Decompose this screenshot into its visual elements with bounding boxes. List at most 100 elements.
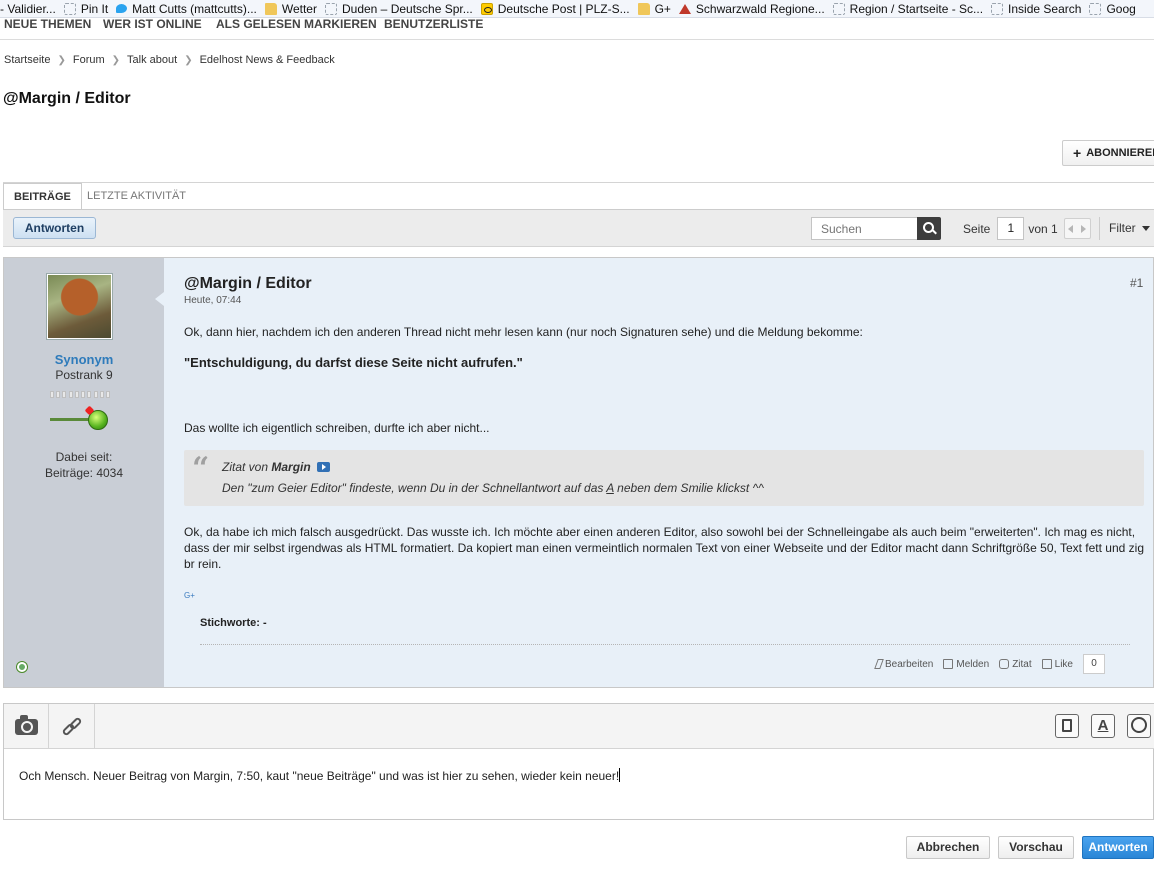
link-icon <box>61 716 84 738</box>
quote-text: Den "zum Geier Editor" findeste, wenn Du… <box>222 481 764 495</box>
bookmark-label: Goog <box>1106 1 1136 16</box>
nav-new-threads[interactable]: NEUE THEMEN <box>4 18 91 30</box>
subscribe-label: ABONNIEREN <box>1086 147 1154 159</box>
bookmark-item[interactable]: Deutsche Post | PLZ-S... <box>480 1 630 16</box>
pagination: Seite 1 von 1 <box>963 217 1091 240</box>
report-button[interactable]: Melden <box>943 659 989 670</box>
folder-icon <box>264 2 277 15</box>
tab-last-activity[interactable]: LETZTE AKTIVITÄT <box>77 183 196 211</box>
divider <box>1099 217 1100 240</box>
member-since-label: Dabei seit: <box>55 450 113 464</box>
page-label: Seite <box>963 221 991 236</box>
divider <box>200 644 1130 645</box>
avatar[interactable] <box>47 274 112 339</box>
bookmark-item[interactable]: Matt Cutts (mattcutts)... <box>116 2 257 16</box>
nav-mark-read[interactable]: ALS GELESEN MARKIEREN <box>216 18 377 30</box>
chevron-right-icon: ❯ <box>184 54 193 66</box>
format-text-button[interactable]: A <box>1091 714 1115 738</box>
bookmark-item[interactable]: Wetter <box>264 2 317 16</box>
bookmark-item[interactable]: Duden – Deutsche Spr... <box>324 1 473 16</box>
search-icon[interactable] <box>917 217 941 240</box>
bookmark-label: Deutsche Post | PLZ-S... <box>497 1 630 16</box>
breadcrumb-home[interactable]: Startseite <box>4 54 50 66</box>
post-time: Heute, 07:44 <box>184 295 242 306</box>
insert-image-button[interactable] <box>4 704 49 749</box>
insert-link-button[interactable] <box>49 704 95 749</box>
caret-down-icon <box>1141 226 1150 231</box>
like-button[interactable]: Like <box>1041 659 1073 670</box>
folder-icon <box>637 2 650 15</box>
chevron-right-icon: ❯ <box>57 54 66 66</box>
thread-tabs: BEITRÄGE LETZTE AKTIVITÄT <box>3 182 1154 211</box>
post-paragraph: Ok, da habe ich mich falsch ausgedrückt.… <box>184 525 1145 571</box>
home-icon <box>678 3 691 14</box>
reply-button[interactable]: Antworten <box>13 217 96 239</box>
bookmark-item[interactable]: Schwarzwald Regione... <box>678 1 825 16</box>
post-title: @Margin / Editor <box>184 275 312 292</box>
paste-button[interactable] <box>1055 714 1079 738</box>
chevron-right-icon: ❯ <box>111 54 121 66</box>
breadcrumb-forum[interactable]: Forum <box>73 54 105 66</box>
breadcrumb-edelhost[interactable]: Edelhost News & Feedback <box>200 54 335 66</box>
quote-author[interactable]: Margin <box>271 460 310 474</box>
page-icon <box>832 2 845 15</box>
breadcrumb-talk-about[interactable]: Talk about <box>127 54 177 66</box>
like-count: 0 <box>1083 654 1105 674</box>
quote-button[interactable]: Zitat <box>999 659 1032 670</box>
post-number[interactable]: #1 <box>1130 276 1143 290</box>
thumbs-up-icon <box>1041 659 1052 669</box>
smiley-icon <box>1131 717 1147 733</box>
bookmark-item[interactable]: G+ <box>637 2 671 16</box>
page-number-input[interactable]: 1 <box>997 217 1025 240</box>
tags: Stichworte: - <box>200 617 267 629</box>
bookmark-label: Region / Startseite - Sc... <box>849 1 984 16</box>
page-icon <box>63 2 76 15</box>
bookmark-label: Inside Search <box>1008 1 1082 16</box>
filter-dropdown[interactable]: Filter <box>1109 217 1150 240</box>
text-cursor <box>619 768 621 782</box>
editor-textarea[interactable]: Och Mensch. Neuer Beitrag von Margin, 7:… <box>19 768 621 783</box>
bookmark-item[interactable]: Pin It <box>63 2 108 16</box>
arrow-right-icon[interactable] <box>1080 224 1086 233</box>
nav-member-list[interactable]: BENUTZERLISTE <box>384 18 483 30</box>
rank-bar <box>50 391 110 398</box>
bookmark-label: Matt Cutts (mattcutts)... <box>132 1 257 16</box>
goto-quote-icon[interactable] <box>316 462 330 472</box>
clipboard-icon <box>1062 719 1072 732</box>
arrow-left-icon[interactable] <box>1068 224 1074 233</box>
cancel-button[interactable]: Abbrechen <box>906 836 990 859</box>
bookmark-item[interactable]: Inside Search <box>991 2 1081 16</box>
bookmark-label: Duden – Deutsche Spr... <box>341 1 473 16</box>
post-actions: Bearbeiten Melden Zitat Like 0 <box>874 654 1105 674</box>
post-paragraph-bold: "Entschuldigung, du darfst diese Seite n… <box>184 355 523 370</box>
gplus-link[interactable]: G+ <box>184 591 195 600</box>
preview-button[interactable]: Vorschau <box>998 836 1074 859</box>
username[interactable]: Synonym <box>4 352 164 367</box>
post: Synonym Postrank 9 Dabei seit: Beiträge:… <box>3 257 1154 688</box>
flag-icon <box>943 659 954 669</box>
edit-button[interactable]: Bearbeiten <box>874 659 933 670</box>
submit-reply-button[interactable]: Antworten <box>1082 836 1154 859</box>
tags-value: - <box>259 617 267 629</box>
online-status-icon <box>17 662 27 672</box>
bookmark-item[interactable]: - Validier... <box>0 2 56 16</box>
quote-icon <box>999 659 1010 669</box>
smiley-button[interactable] <box>1127 714 1151 738</box>
nav-who-is-online[interactable]: WER IST ONLINE <box>103 18 202 30</box>
bookmark-label: - Validier... <box>0 1 56 16</box>
tags-label: Stichworte: <box>200 617 260 629</box>
subscribe-button[interactable]: + ABONNIEREN <box>1062 140 1154 166</box>
filter-label: Filter <box>1109 221 1136 235</box>
page-arrows[interactable] <box>1063 218 1091 239</box>
user-info-pane: Synonym Postrank 9 Dabei seit: Beiträge:… <box>4 258 164 687</box>
bookmark-label: Schwarzwald Regione... <box>695 1 825 16</box>
tab-posts[interactable]: BEITRÄGE <box>3 183 82 211</box>
user-rank: Postrank 9 <box>55 368 113 382</box>
bookmark-item[interactable]: Region / Startseite - Sc... <box>832 1 984 16</box>
pencil-icon <box>874 659 884 669</box>
bookmark-item[interactable]: Goog <box>1089 1 1136 16</box>
bookmarks-bar: - Validier... Pin It Matt Cutts (mattcut… <box>0 0 1154 18</box>
search-input[interactable] <box>811 217 917 240</box>
camera-icon <box>15 715 38 735</box>
post-count: Beiträge: 4034 <box>44 466 124 480</box>
